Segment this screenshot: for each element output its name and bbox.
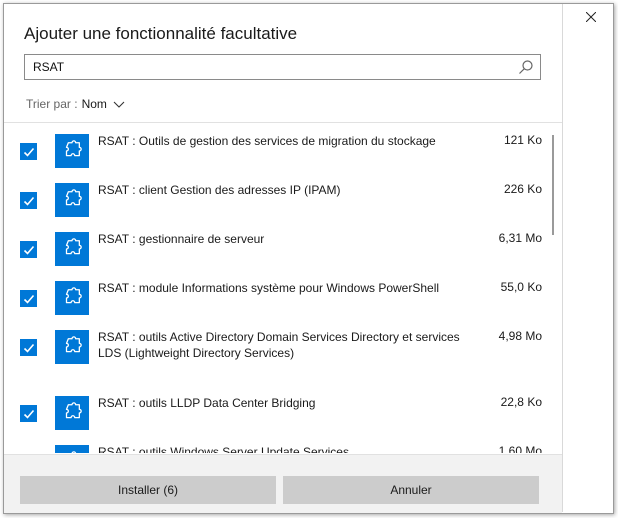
- item-size: 226 Ko: [503, 182, 542, 196]
- item-name: RSAT : client Gestion des adresses IP (I…: [98, 183, 341, 197]
- search-input[interactable]: [25, 55, 513, 79]
- item-name: RSAT : outils Active Directory Domain Se…: [98, 330, 460, 360]
- puzzle-piece-icon: [55, 330, 89, 364]
- item-size: 6,31 Mo: [498, 231, 542, 245]
- item-checkbox[interactable]: [20, 290, 37, 307]
- item-checkbox[interactable]: [20, 241, 37, 258]
- puzzle-piece-icon: [55, 232, 89, 266]
- list-item[interactable]: RSAT : outils Windows Server Update Serv…: [4, 442, 552, 453]
- cancel-button[interactable]: Annuler: [283, 476, 539, 504]
- puzzle-piece-icon: [55, 445, 89, 453]
- install-button[interactable]: Installer (6): [20, 476, 276, 504]
- item-checkbox[interactable]: [20, 143, 37, 160]
- checkmark-icon: [23, 343, 34, 353]
- checkmark-icon: [23, 147, 34, 157]
- item-size: 55,0 Ko: [500, 280, 542, 294]
- item-name: RSAT : outils Windows Server Update Serv…: [98, 445, 349, 453]
- checkmark-icon: [23, 245, 34, 255]
- item-size: 1,60 Mo: [498, 444, 542, 453]
- close-icon: [586, 12, 596, 22]
- dialog-footer: Installer (6) Annuler: [4, 454, 562, 513]
- list-item[interactable]: RSAT : client Gestion des adresses IP (I…: [4, 180, 552, 226]
- puzzle-piece-icon: [55, 281, 89, 315]
- item-checkbox[interactable]: [20, 339, 37, 356]
- dialog-title: Ajouter une fonctionnalité facultative: [24, 24, 298, 43]
- chevron-down-icon[interactable]: [113, 98, 125, 110]
- checkmark-icon: [23, 409, 34, 419]
- sort-label: Trier par :: [26, 97, 78, 111]
- list-item[interactable]: RSAT : Outils de gestion des services de…: [4, 131, 552, 177]
- sort-value[interactable]: Nom: [82, 97, 107, 111]
- item-name: RSAT : outils LLDP Data Center Bridging: [98, 396, 316, 410]
- item-size: 121 Ko: [503, 133, 542, 147]
- list-item[interactable]: RSAT : module Informations système pour …: [4, 278, 552, 324]
- item-name: RSAT : gestionnaire de serveur: [98, 232, 265, 246]
- item-checkbox[interactable]: [20, 192, 37, 209]
- item-size: 22,8 Ko: [500, 395, 542, 409]
- search-box[interactable]: [24, 54, 541, 80]
- puzzle-piece-icon: [55, 183, 89, 217]
- checkmark-icon: [23, 196, 34, 206]
- checkmark-icon: [23, 294, 34, 304]
- puzzle-piece-icon: [55, 396, 89, 430]
- item-name: RSAT : Outils de gestion des services de…: [98, 134, 436, 148]
- scrollbar-thumb[interactable]: [552, 135, 554, 235]
- list-item[interactable]: RSAT : gestionnaire de serveur 6,31 Mo: [4, 229, 552, 275]
- item-checkbox[interactable]: [20, 405, 37, 422]
- sort-control[interactable]: Trier par : Nom: [26, 97, 125, 111]
- list-item[interactable]: RSAT : outils LLDP Data Center Bridging 2…: [4, 393, 552, 439]
- feature-list: RSAT : Outils de gestion des services de…: [4, 123, 562, 453]
- item-size: 4,98 Mo: [498, 329, 542, 343]
- item-name: RSAT : module Informations système pour …: [98, 281, 440, 295]
- list-item[interactable]: RSAT : outils Active Directory Domain Se…: [4, 327, 552, 373]
- close-button[interactable]: [572, 6, 610, 28]
- search-icon[interactable]: [518, 59, 534, 75]
- puzzle-piece-icon: [55, 134, 89, 168]
